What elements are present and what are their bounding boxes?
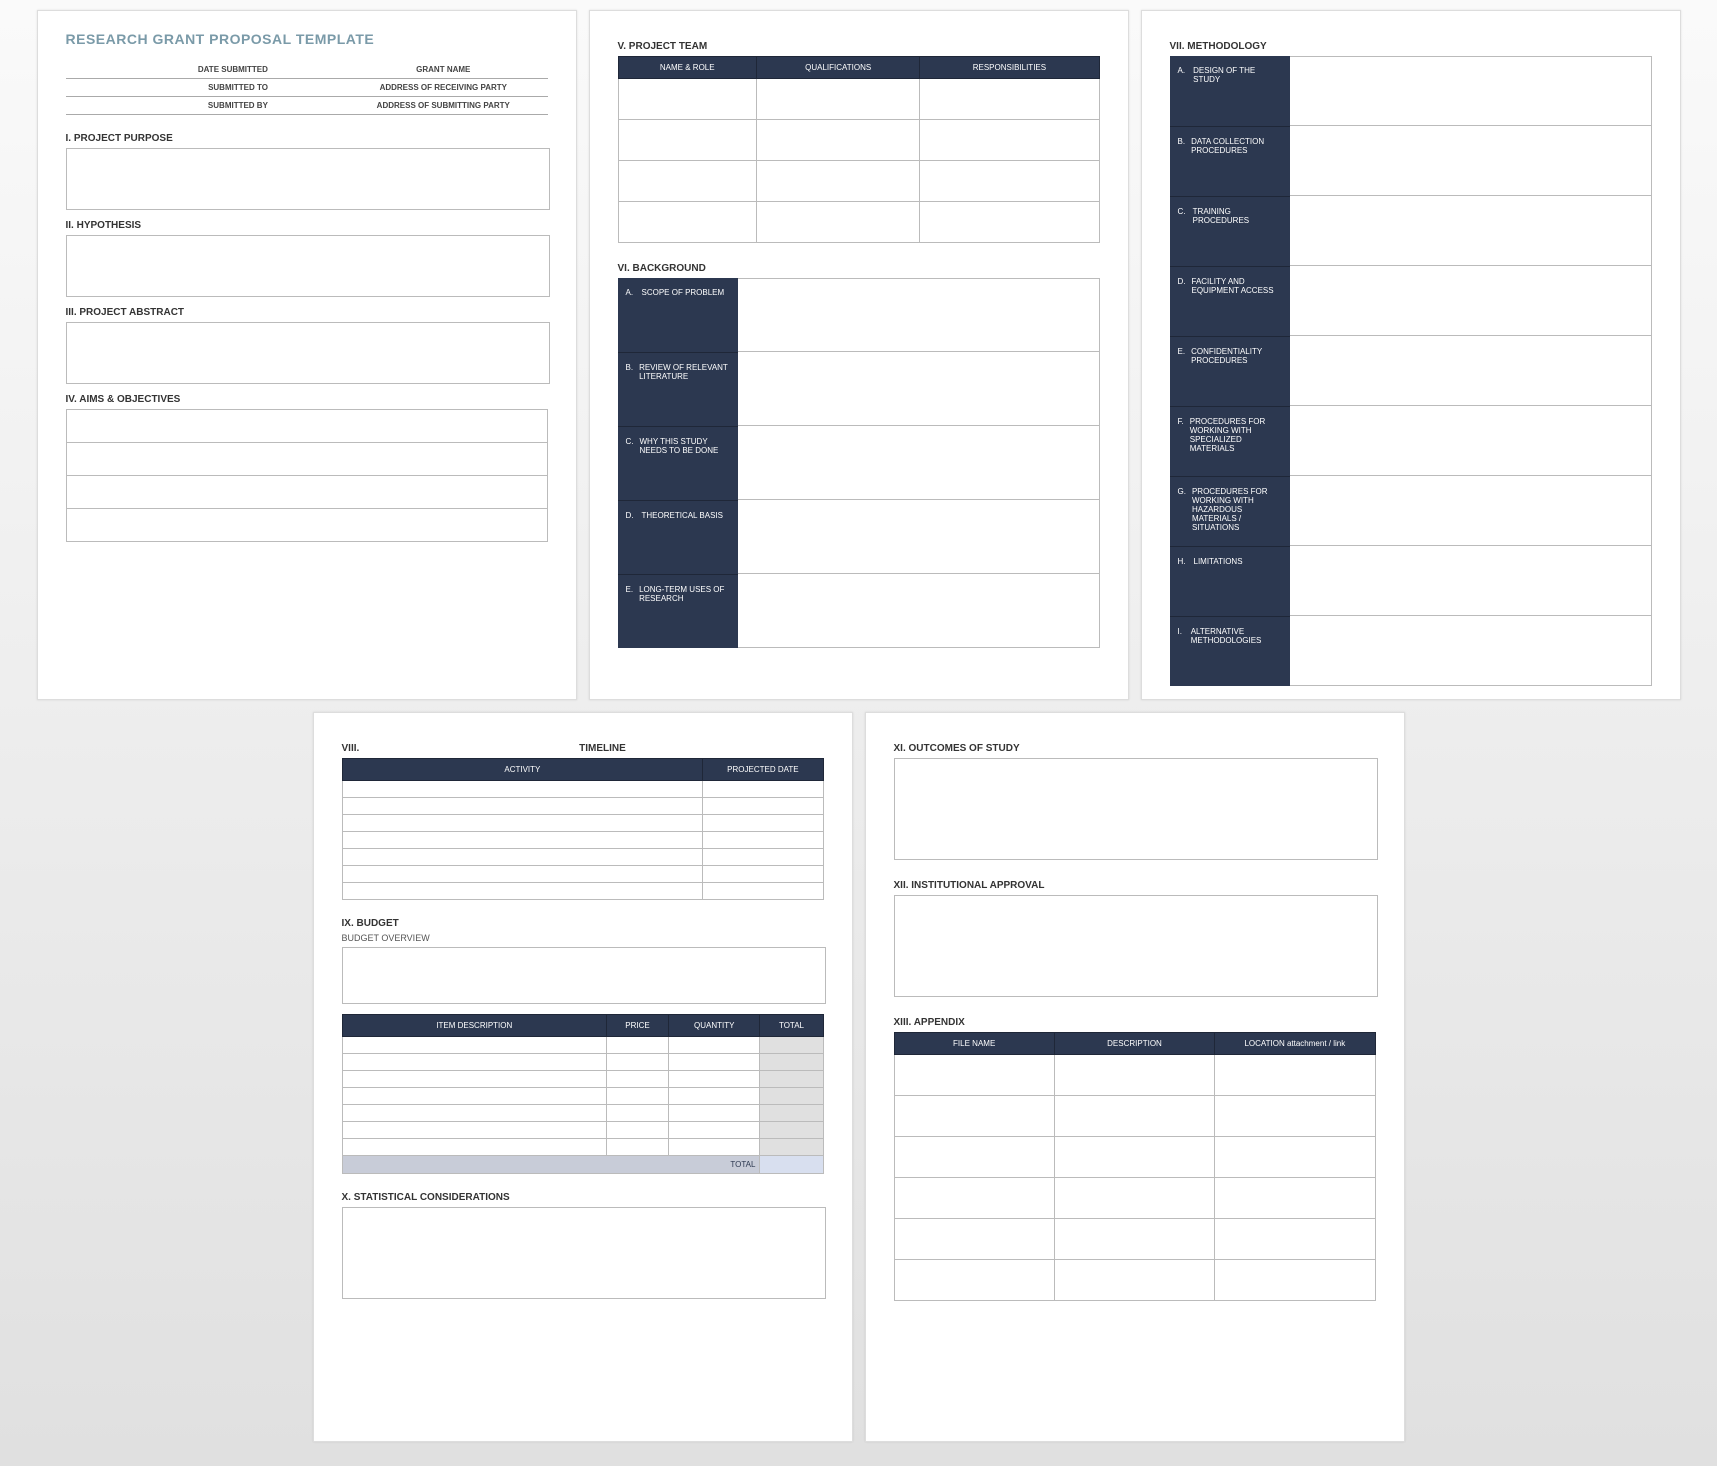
- sec-methodology-heading: VII. METHODOLOGY: [1170, 41, 1652, 52]
- team-col-name: NAME & ROLE: [618, 57, 757, 79]
- sec-outcomes-heading: XI. OUTCOMES OF STUDY: [894, 743, 1376, 754]
- budget-overview-box: [342, 947, 826, 1004]
- sec-budget-heading: IX. BUDGET: [342, 918, 824, 929]
- team-col-qual: QUALIFICATIONS: [757, 57, 920, 79]
- appendix-col-file: FILE NAME: [894, 1033, 1054, 1055]
- sec-project-purpose-heading: I. PROJECT PURPOSE: [66, 133, 548, 144]
- team-table: NAME & ROLE QUALIFICATIONS RESPONSIBILIT…: [618, 56, 1100, 243]
- meta-addr-sub-label: ADDRESS OF SUBMITTING PARTY: [339, 97, 547, 115]
- sec-background-heading: VI. BACKGROUND: [618, 263, 1100, 274]
- meta-addr-recv-label: ADDRESS OF RECEIVING PARTY: [339, 79, 547, 97]
- doc-title: RESEARCH GRANT PROPOSAL TEMPLATE: [66, 31, 548, 47]
- timeline-col-activity: ACTIVITY: [342, 759, 703, 781]
- meta-table: DATE SUBMITTED GRANT NAME SUBMITTED TO A…: [66, 61, 548, 115]
- statistical-box: [342, 1207, 826, 1299]
- sec-hypothesis-heading: II. HYPOTHESIS: [66, 220, 548, 231]
- meta-submitted-by-label: SUBMITTED BY: [66, 97, 274, 115]
- project-purpose-box: [66, 148, 550, 210]
- sec-approval-heading: XII. INSTITUTIONAL APPROVAL: [894, 880, 1376, 891]
- meta-date-submitted-label: DATE SUBMITTED: [66, 61, 274, 79]
- sec-aims-heading: IV. AIMS & OBJECTIVES: [66, 394, 548, 405]
- team-col-resp: RESPONSIBILITIES: [920, 57, 1099, 79]
- budget-col-qty: QUANTITY: [668, 1015, 760, 1037]
- outcomes-box: [894, 758, 1378, 860]
- sec-abstract-heading: III. PROJECT ABSTRACT: [66, 307, 548, 318]
- appendix-table: FILE NAME DESCRIPTION LOCATION attachmen…: [894, 1032, 1376, 1301]
- meta-grant-name-label: GRANT NAME: [339, 61, 547, 79]
- approval-box: [894, 895, 1378, 997]
- budget-col-price: PRICE: [607, 1015, 669, 1037]
- page-2: V. PROJECT TEAM NAME & ROLE QUALIFICATIO…: [589, 10, 1129, 700]
- page-3: VII. METHODOLOGY A.DESIGN OF THE STUDY B…: [1141, 10, 1681, 700]
- sec-appendix-heading: XIII. APPENDIX: [894, 1017, 1376, 1028]
- background-rows: A.SCOPE OF PROBLEM B.REVIEW OF RELEVANT …: [618, 278, 1100, 648]
- appendix-col-desc: DESCRIPTION: [1054, 1033, 1214, 1055]
- budget-col-total: TOTAL: [760, 1015, 823, 1037]
- methodology-rows: A.DESIGN OF THE STUDY B.DATA COLLECTION …: [1170, 56, 1652, 686]
- sec-timeline-heading: VIII. TIMELINE: [342, 743, 824, 754]
- budget-overview-label: BUDGET OVERVIEW: [342, 933, 824, 943]
- meta-submitted-to-label: SUBMITTED TO: [66, 79, 274, 97]
- timeline-col-date: PROJECTED DATE: [703, 759, 823, 781]
- abstract-box: [66, 322, 550, 384]
- budget-table: ITEM DESCRIPTION PRICE QUANTITY TOTAL TO…: [342, 1014, 824, 1174]
- aims-stack: [66, 409, 548, 542]
- budget-total-value: [760, 1156, 823, 1174]
- appendix-col-loc: LOCATION attachment / link: [1215, 1033, 1375, 1055]
- budget-col-item: ITEM DESCRIPTION: [342, 1015, 607, 1037]
- page-1: RESEARCH GRANT PROPOSAL TEMPLATE DATE SU…: [37, 10, 577, 700]
- page-4: VIII. TIMELINE ACTIVITY PROJECTED DATE I…: [313, 712, 853, 1442]
- sec-statistical-heading: X. STATISTICAL CONSIDERATIONS: [342, 1192, 824, 1203]
- page-5: XI. OUTCOMES OF STUDY XII. INSTITUTIONAL…: [865, 712, 1405, 1442]
- sec-team-heading: V. PROJECT TEAM: [618, 41, 1100, 52]
- budget-total-label: TOTAL: [342, 1156, 760, 1174]
- timeline-table: ACTIVITY PROJECTED DATE: [342, 758, 824, 900]
- hypothesis-box: [66, 235, 550, 297]
